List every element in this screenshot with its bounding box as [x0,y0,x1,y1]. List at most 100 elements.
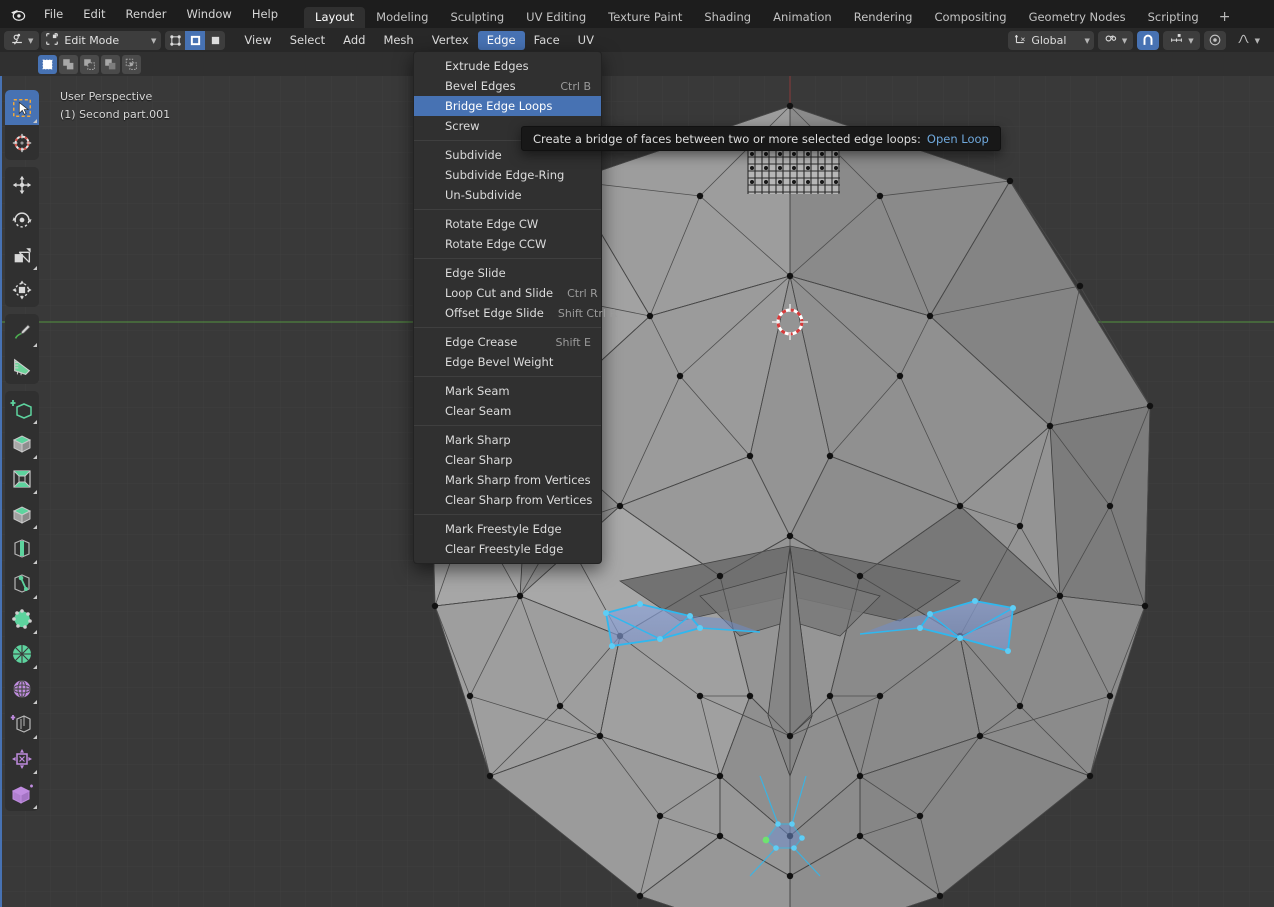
interaction-mode-selector[interactable]: Edit Mode ▼ [41,30,162,50]
menu-item-un-subdivide[interactable]: Un-Subdivide [414,185,601,205]
select-set-button[interactable] [38,54,57,74]
mesh-select-mode-group [165,30,226,50]
viewport-active-edge-marker [0,76,2,907]
workspace-tab-modeling[interactable]: Modeling [365,7,439,28]
menu-file[interactable]: File [34,0,73,28]
add-workspace-button[interactable]: + [1210,7,1240,28]
falloff-type-selector[interactable]: ▼ [1230,31,1266,50]
menu-view[interactable]: View [235,31,280,50]
spin-tool[interactable] [5,601,39,636]
menu-item-edge-bevel-weight[interactable]: Edge Bevel Weight [414,352,601,372]
inset-faces-tool[interactable] [5,426,39,461]
menu-item-subdivide-edge-ring[interactable]: Subdivide Edge-Ring [414,165,601,185]
menu-item-mark-sharp-from-vertices[interactable]: Mark Sharp from Vertices [414,470,601,490]
menu-item-rotate-edge-cw[interactable]: Rotate Edge CW [414,214,601,234]
menu-add[interactable]: Add [334,31,374,50]
workspace-tab-rendering[interactable]: Rendering [843,7,924,28]
workspace-tab-uv-editing[interactable]: UV Editing [515,7,597,28]
menu-item-clear-sharp-from-vertices[interactable]: Clear Sharp from Vertices [414,490,601,510]
workspace-tab-scripting[interactable]: Scripting [1137,7,1210,28]
menu-window[interactable]: Window [176,0,241,28]
menu-item-offset-edge-slide[interactable]: Offset Edge Slide Shift Ctrl R [414,303,617,323]
measure-ruler-icon [14,358,31,375]
workspace-tab-layout[interactable]: Layout [304,7,366,28]
rip-region-icon [11,784,33,804]
menu-select[interactable]: Select [281,31,334,50]
edge-slide-tool[interactable] [5,671,39,706]
menu-separator [414,425,601,426]
menu-help[interactable]: Help [242,0,288,28]
poly-build-tool[interactable] [5,566,39,601]
rotate-tool[interactable] [5,202,39,237]
select-extend-button[interactable] [59,54,78,74]
snap-magnet-toggle[interactable] [1137,30,1160,50]
menu-item-clear-freestyle-edge[interactable]: Clear Freestyle Edge [414,539,601,559]
menu-item-clear-seam[interactable]: Clear Seam [414,401,601,421]
dense-mesh-patch [747,149,840,194]
blender-logo-icon[interactable] [0,0,34,28]
menu-item-edge-slide[interactable]: Edge Slide [414,263,601,283]
tooltip-link[interactable]: Open Loop [927,132,989,146]
menu-item-loop-cut-and-slide[interactable]: Loop Cut and Slide Ctrl R [414,283,601,303]
menu-item-rotate-edge-ccw[interactable]: Rotate Edge CCW [414,234,601,254]
menu-mesh[interactable]: Mesh [374,31,422,50]
menu-item-mark-sharp[interactable]: Mark Sharp [414,430,601,450]
3d-viewport[interactable]: User Perspective (1) Second part.001 [0,76,1274,907]
transform-tool[interactable] [5,272,39,307]
menu-item-mark-seam[interactable]: Mark Seam [414,381,601,401]
workspace-tab-animation[interactable]: Animation [762,7,843,28]
extrude-region-tool[interactable] [5,391,39,426]
chevron-down-icon: ▼ [1121,37,1128,45]
viewport-menu-list: View Select Add Mesh Vertex Edge Face UV [235,30,603,50]
menu-item-edge-crease[interactable]: Edge Crease Shift E [414,332,601,352]
menu-item-mark-freestyle-edge[interactable]: Mark Freestyle Edge [414,519,601,539]
menu-edit[interactable]: Edit [73,0,115,28]
menu-render[interactable]: Render [116,0,177,28]
snapping-target-selector[interactable]: ▼ [1097,30,1134,50]
menu-item-bridge-edge-loops[interactable]: Bridge Edge Loops [414,96,601,116]
bevel-tool[interactable] [5,461,39,496]
tool-submenu-indicator [33,770,37,774]
menu-item-clear-sharp[interactable]: Clear Sharp [414,450,601,470]
editor-type-selector[interactable]: ▼ [4,30,40,50]
menu-item-extrude-edges[interactable]: Extrude Edges [414,56,601,76]
snap-options-selector[interactable]: ▼ [1163,30,1200,50]
scale-tool[interactable] [5,237,39,272]
select-subtract-button[interactable] [80,54,99,74]
workspace-tab-compositing[interactable]: Compositing [923,7,1017,28]
menu-face[interactable]: Face [525,31,569,50]
menu-item-bevel-edges[interactable]: Bevel Edges Ctrl B [414,76,601,96]
measure-tool[interactable] [5,349,39,384]
knife-tool[interactable] [5,531,39,566]
tweak-select-box-tool[interactable] [5,90,39,125]
menu-item-shortcut: Shift Ctrl R [557,306,618,320]
edge-select-mode-button[interactable] [185,30,206,50]
menu-edge[interactable]: Edge [477,30,525,50]
tool-submenu-indicator [33,735,37,739]
loop-cut-tool[interactable] [5,496,39,531]
tool-submenu-indicator [33,595,37,599]
cursor-3d-icon [12,133,32,152]
workspace-tab-texture-paint[interactable]: Texture Paint [597,7,693,28]
menu-separator [414,258,601,259]
menu-vertex[interactable]: Vertex [423,31,478,50]
annotate-tool[interactable] [5,314,39,349]
menu-uv[interactable]: UV [569,31,603,50]
cursor-tool[interactable] [5,125,39,160]
shrink-fatten-icon [10,714,31,733]
transform-orientation-label: Global [1031,33,1067,47]
vertex-select-mode-button[interactable] [165,31,185,50]
transform-orientation-selector[interactable]: Global ▼ [1008,30,1094,50]
move-tool[interactable] [5,167,39,202]
rip-region-tool[interactable] [5,776,39,811]
face-select-mode-button[interactable] [205,31,225,50]
shear-tool[interactable] [5,741,39,776]
shrink-fatten-tool[interactable] [5,706,39,741]
select-intersect-button[interactable] [122,54,141,74]
smooth-tool[interactable] [5,636,39,671]
workspace-tab-geometry-nodes[interactable]: Geometry Nodes [1018,7,1137,28]
select-invert-button[interactable] [101,54,120,74]
workspace-tab-sculpting[interactable]: Sculpting [439,7,515,28]
workspace-tab-shading[interactable]: Shading [693,7,762,28]
proportional-editing-toggle[interactable] [1203,30,1226,50]
